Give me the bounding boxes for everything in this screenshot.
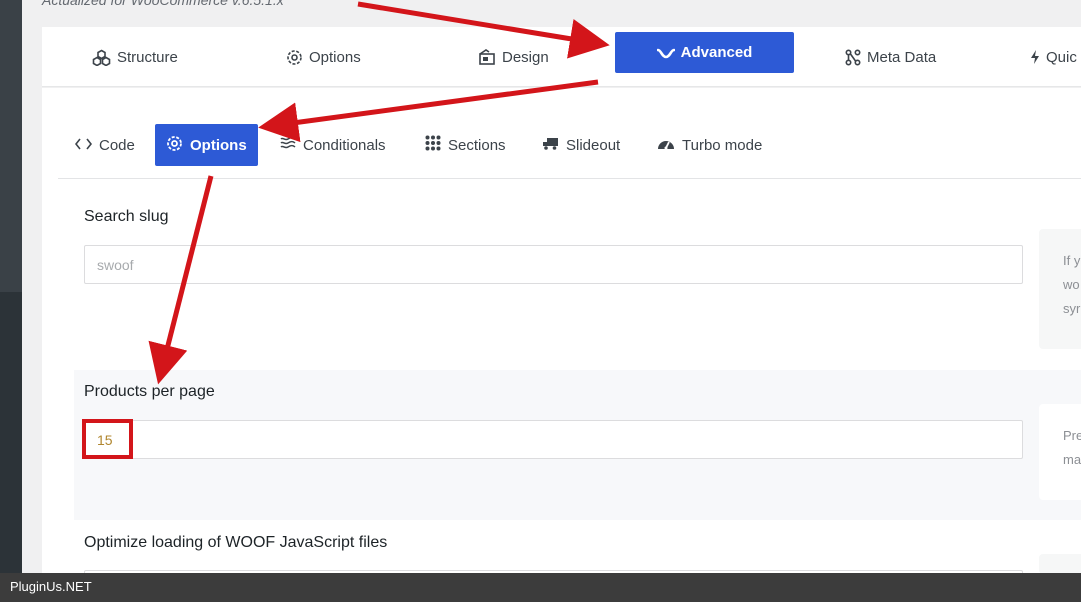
code-icon: [74, 137, 93, 154]
network-icon: [845, 48, 861, 66]
footer-bar: PluginUs.NET: [0, 573, 1081, 602]
optimize-js-hint: [1039, 554, 1081, 574]
left-sidebar-edge: [0, 0, 22, 602]
subtab-turbo-mode-label: Turbo mode: [682, 136, 763, 154]
hint-line: ma: [1063, 452, 1081, 467]
truck-icon: [542, 137, 559, 154]
gauge-icon: [657, 136, 675, 154]
search-slug-hint: If y wo syr: [1039, 229, 1081, 349]
footer-brand: PluginUs.NET: [10, 579, 92, 594]
gear-icon: [286, 49, 303, 66]
chevron-wave-icon: [656, 47, 675, 59]
tab-design[interactable]: Design: [478, 27, 549, 87]
search-slug-input[interactable]: swoof: [84, 245, 1023, 284]
search-slug-label: Search slug: [84, 208, 169, 225]
sub-tabs-bar: Code Options Conditionals Sections Slide…: [58, 118, 1081, 179]
hint-line: Pre: [1063, 428, 1081, 443]
tab-advanced-label: Advanced: [680, 44, 753, 61]
subtab-sections-label: Sections: [448, 136, 506, 154]
bolt-icon: [1030, 49, 1040, 65]
waves-icon: [280, 136, 296, 154]
design-icon: [478, 49, 496, 65]
subtab-conditionals-label: Conditionals: [303, 136, 386, 154]
subtab-options[interactable]: Options: [155, 124, 258, 166]
tab-structure[interactable]: Structure: [92, 27, 178, 87]
subtab-slideout[interactable]: Slideout: [542, 124, 620, 166]
tab-quick[interactable]: Quic: [1030, 27, 1077, 87]
tab-structure-label: Structure: [117, 48, 178, 66]
search-slug-placeholder: swoof: [97, 256, 134, 273]
tab-meta-data[interactable]: Meta Data: [845, 27, 936, 87]
gear-icon: [166, 135, 183, 156]
subtab-options-label: Options: [190, 136, 247, 154]
advanced-panel: Code Options Conditionals Sections Slide…: [42, 88, 1081, 580]
subtab-code-label: Code: [99, 136, 135, 154]
main-tabs-bar: Structure Options Design Advanced Meta D…: [42, 27, 1081, 87]
products-per-page-hint: Pre ma: [1039, 404, 1081, 500]
subtab-slideout-label: Slideout: [566, 136, 621, 154]
subtab-code[interactable]: Code: [74, 124, 135, 166]
optimize-js-label: Optimize loading of WOOF JavaScript file…: [84, 534, 388, 551]
grid-dots-icon: [425, 135, 441, 155]
tab-options[interactable]: Options: [286, 27, 361, 87]
products-per-page-input[interactable]: 15: [84, 420, 1023, 459]
subtab-sections[interactable]: Sections: [425, 124, 506, 166]
products-per-page-label: Products per page: [84, 383, 215, 400]
hint-line: syr: [1063, 301, 1081, 316]
left-sidebar-upper: [0, 0, 22, 292]
tab-quick-label: Quic: [1046, 48, 1077, 66]
subtab-conditionals[interactable]: Conditionals: [280, 124, 386, 166]
cubes-icon: [92, 49, 111, 66]
tab-meta-data-label: Meta Data: [867, 48, 937, 66]
tab-options-label: Options: [309, 48, 361, 66]
tab-design-label: Design: [502, 48, 549, 66]
tab-advanced[interactable]: Advanced: [615, 32, 794, 73]
hint-line: If y: [1063, 253, 1081, 268]
highlight-box: [82, 419, 133, 459]
version-note: Actualized for WooCommerce v.6.5.1.x: [42, 0, 284, 8]
hint-line: wo: [1063, 277, 1080, 292]
subtab-turbo-mode[interactable]: Turbo mode: [657, 124, 762, 166]
